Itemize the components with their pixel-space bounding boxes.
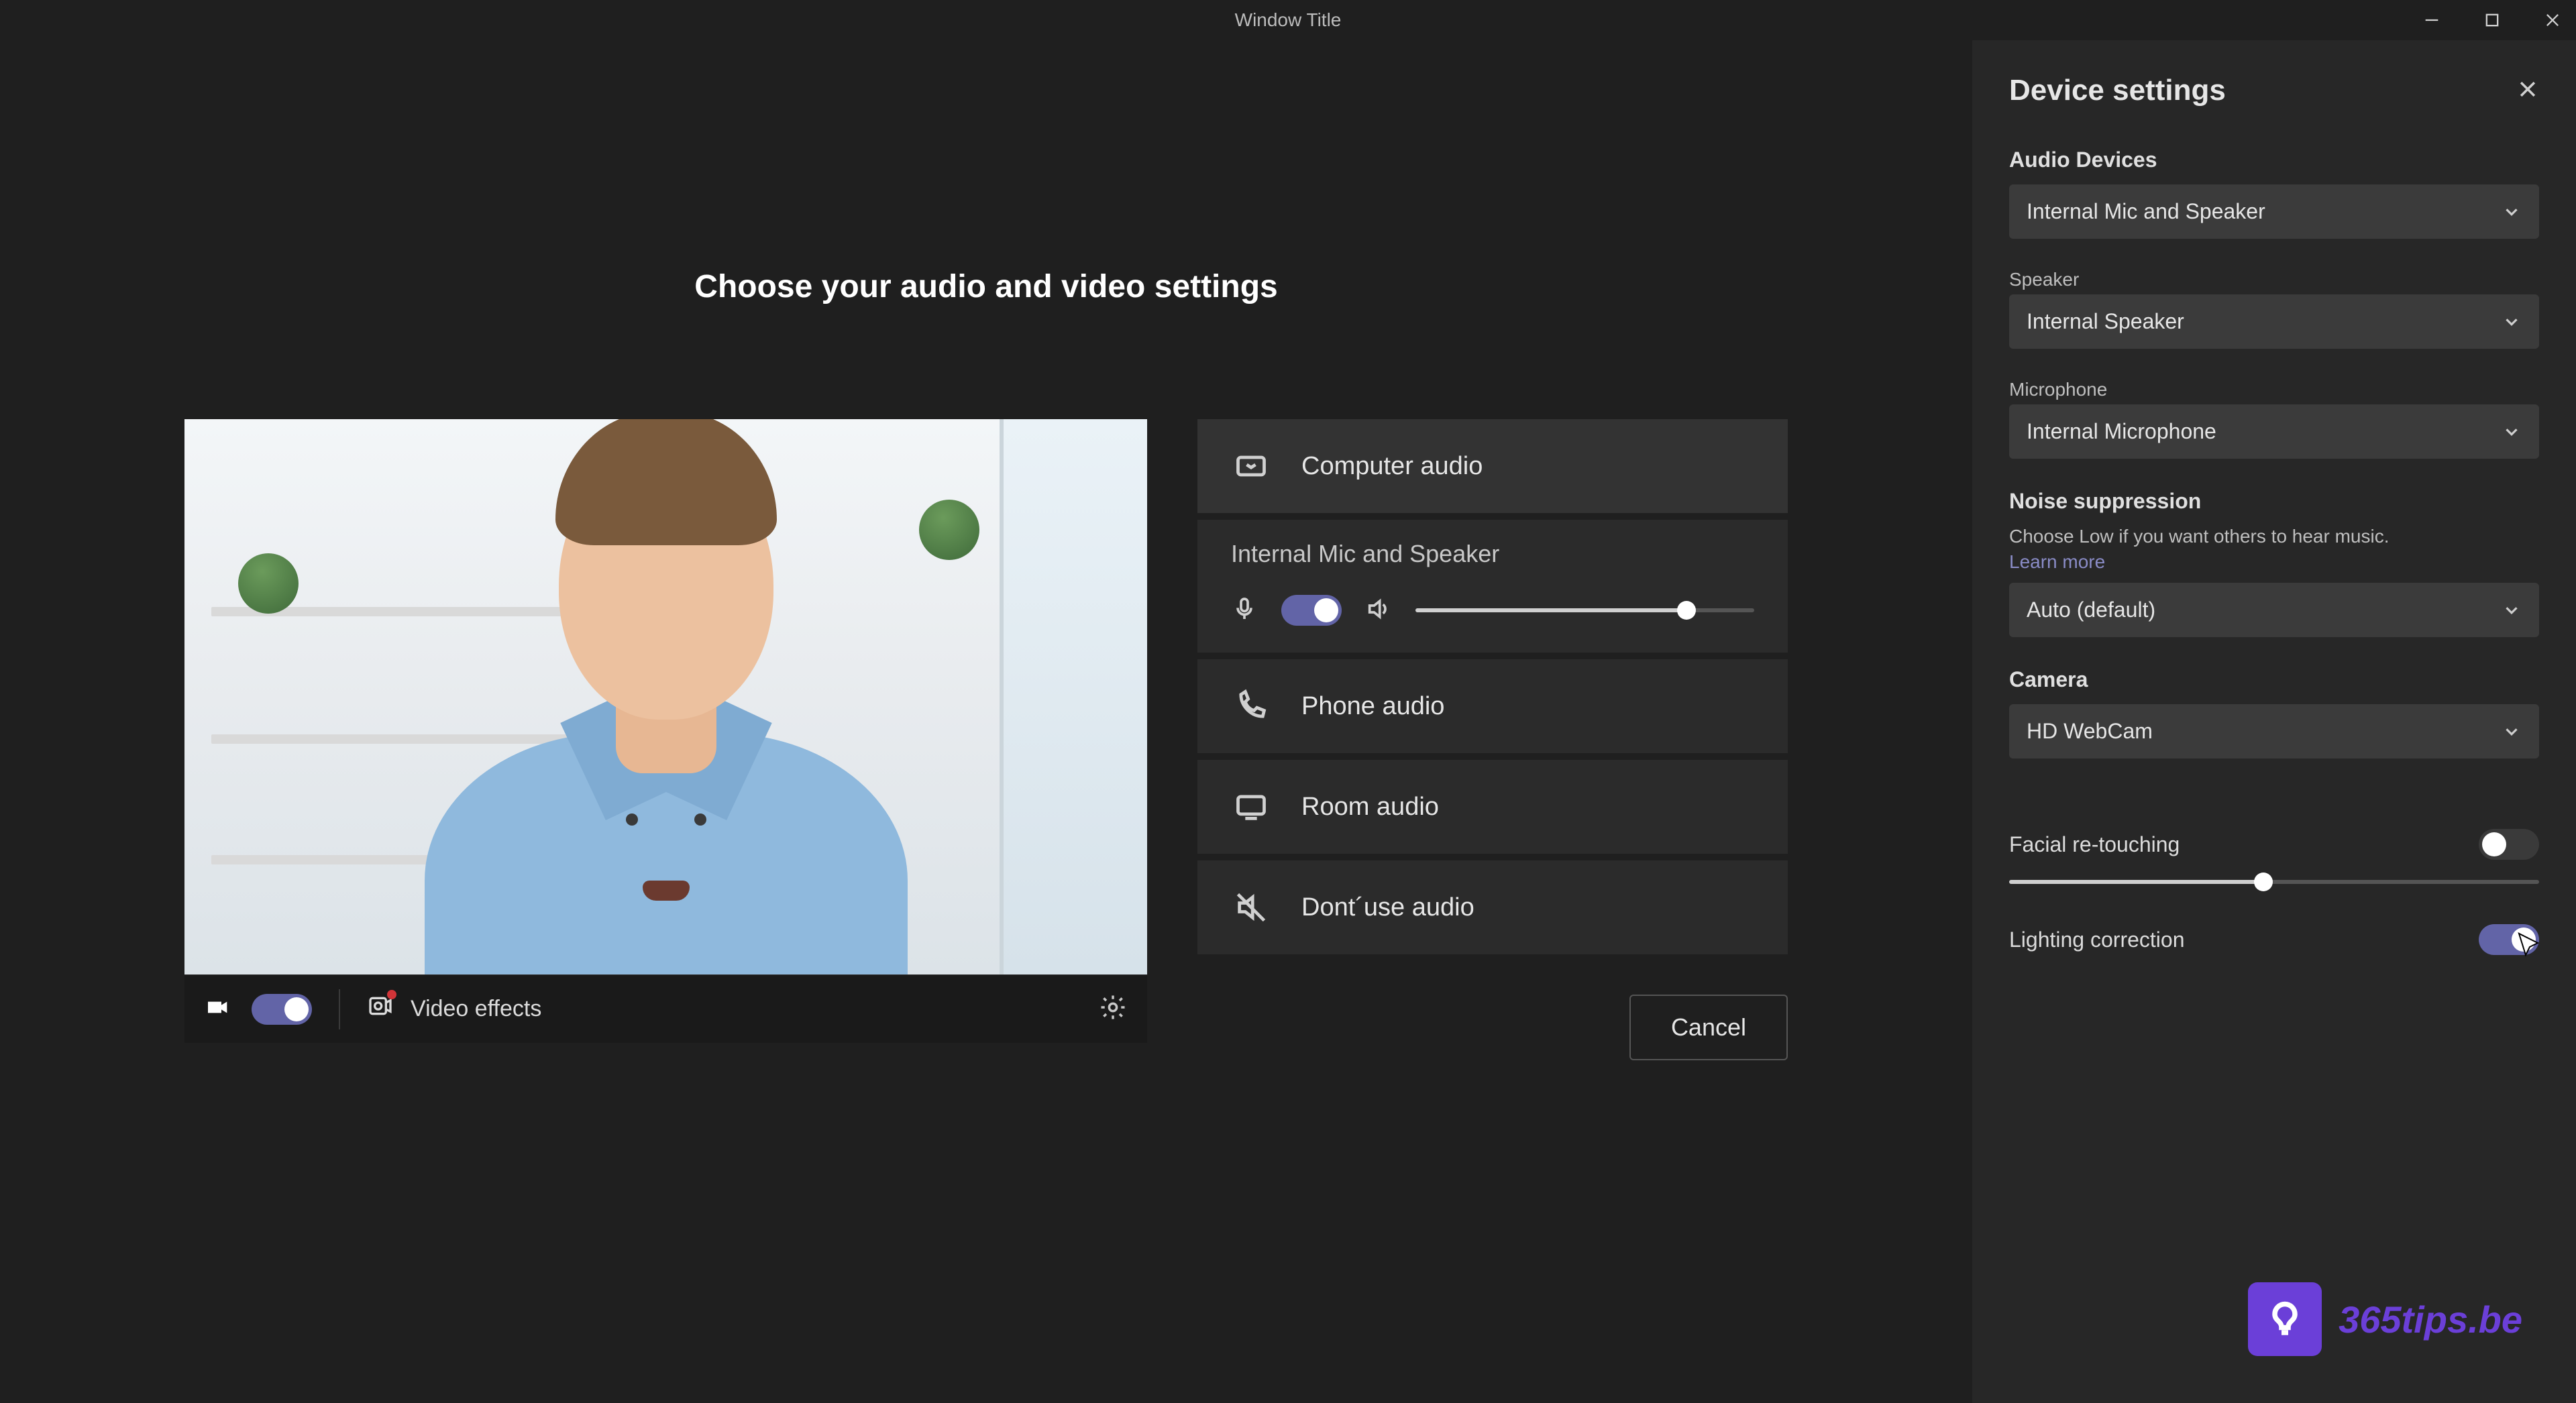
watermark-text: 365tips.be	[2339, 1298, 2522, 1341]
audio-column: Computer audio Internal Mic and Speaker	[1197, 419, 1788, 1060]
maximize-button[interactable]	[2479, 7, 2506, 34]
cancel-button[interactable]: Cancel	[1629, 995, 1788, 1060]
option-phone-audio[interactable]: Phone audio	[1197, 659, 1788, 753]
page-heading: Choose your audio and video settings	[694, 268, 1277, 305]
option-label: Phone audio	[1301, 692, 1444, 721]
noise-suppression-label: Noise suppression	[2009, 489, 2539, 514]
lighting-correction-toggle[interactable]	[2479, 924, 2539, 955]
minimize-button[interactable]	[2418, 7, 2445, 34]
camera-icon	[205, 994, 231, 1024]
mic-speaker-panel: Internal Mic and Speaker	[1197, 520, 1788, 653]
app-window: Window Title Choose your audio and video…	[0, 0, 2576, 1403]
chevron-down-icon	[2502, 422, 2522, 442]
window-controls	[2418, 7, 2566, 34]
volume-fill	[1415, 608, 1686, 612]
computer-audio-icon	[1231, 446, 1271, 486]
chevron-down-icon	[2502, 600, 2522, 620]
panel-title: Device settings	[2009, 74, 2226, 107]
select-value: Auto (default)	[2027, 598, 2155, 622]
option-computer-audio[interactable]: Computer audio	[1197, 419, 1788, 513]
camera-toggle[interactable]	[252, 994, 312, 1025]
close-panel-button[interactable]	[2516, 78, 2539, 104]
volume-thumb[interactable]	[1677, 601, 1696, 620]
speaker-select[interactable]: Internal Speaker	[2009, 294, 2539, 349]
noise-suppression-select[interactable]: Auto (default)	[2009, 583, 2539, 637]
chevron-down-icon	[2502, 202, 2522, 222]
option-label: Dont´use audio	[1301, 893, 1474, 922]
option-label: Computer audio	[1301, 452, 1483, 481]
camera-label: Camera	[2009, 667, 2539, 692]
window-title: Window Title	[1235, 9, 1342, 31]
audio-devices-label: Audio Devices	[2009, 148, 2539, 172]
chevron-down-icon	[2502, 722, 2522, 742]
titlebar: Window Title	[0, 0, 2576, 40]
microphone-toggle[interactable]	[1281, 595, 1342, 626]
facial-retouch-label: Facial re-touching	[2009, 832, 2180, 857]
mic-speaker-label: Internal Mic and Speaker	[1231, 540, 1754, 568]
preview-settings-button[interactable]	[1099, 993, 1127, 1025]
microphone-label: Microphone	[2009, 379, 2539, 400]
camera-preview	[184, 419, 1147, 974]
video-effects-icon	[367, 993, 394, 1025]
speaker-label: Speaker	[2009, 269, 2539, 290]
video-effects-button[interactable]: Video effects	[367, 993, 541, 1025]
stage: Video effects Computer	[184, 419, 1788, 1060]
watermark: 365tips.be	[2248, 1282, 2522, 1356]
video-preview-card: Video effects	[184, 419, 1147, 1043]
button-row: Cancel	[1197, 995, 1788, 1060]
speaker-volume-slider[interactable]	[1415, 608, 1754, 612]
preview-person	[425, 465, 908, 974]
chevron-down-icon	[2502, 312, 2522, 332]
lighting-correction-label: Lighting correction	[2009, 928, 2184, 952]
preview-toolbar: Video effects	[184, 974, 1147, 1043]
audio-devices-select[interactable]: Internal Mic and Speaker	[2009, 184, 2539, 239]
select-value: Internal Speaker	[2027, 309, 2184, 334]
option-label: Room audio	[1301, 793, 1439, 822]
device-settings-panel: Device settings Audio Devices Internal M…	[1972, 40, 2576, 1403]
option-no-audio[interactable]: Dont´use audio	[1197, 860, 1788, 954]
camera-select[interactable]: HD WebCam	[2009, 704, 2539, 759]
separator	[339, 989, 340, 1029]
content-area: Choose your audio and video settings	[0, 40, 2576, 1403]
watermark-icon	[2248, 1282, 2322, 1356]
room-audio-icon	[1231, 787, 1271, 827]
preview-window-frame	[1000, 419, 1147, 974]
phone-audio-icon	[1231, 686, 1271, 726]
noise-suppression-sub: Choose Low if you want others to hear mu…	[2009, 526, 2539, 547]
select-value: HD WebCam	[2027, 719, 2153, 744]
no-audio-icon	[1231, 887, 1271, 928]
slider-thumb[interactable]	[2254, 873, 2273, 891]
select-value: Internal Mic and Speaker	[2027, 199, 2265, 224]
facial-retouch-slider[interactable]	[2009, 880, 2539, 884]
microphone-select[interactable]: Internal Microphone	[2009, 404, 2539, 459]
main-area: Choose your audio and video settings	[0, 40, 1972, 1403]
video-effects-label: Video effects	[411, 996, 541, 1022]
notification-dot-icon	[387, 990, 396, 999]
audio-options: Computer audio Internal Mic and Speaker	[1197, 419, 1788, 954]
close-window-button[interactable]	[2539, 7, 2566, 34]
option-room-audio[interactable]: Room audio	[1197, 760, 1788, 854]
facial-retouch-toggle[interactable]	[2479, 829, 2539, 860]
microphone-icon	[1231, 596, 1258, 626]
speaker-icon	[1365, 596, 1392, 626]
select-value: Internal Microphone	[2027, 419, 2216, 444]
learn-more-link[interactable]: Learn more	[2009, 551, 2539, 573]
